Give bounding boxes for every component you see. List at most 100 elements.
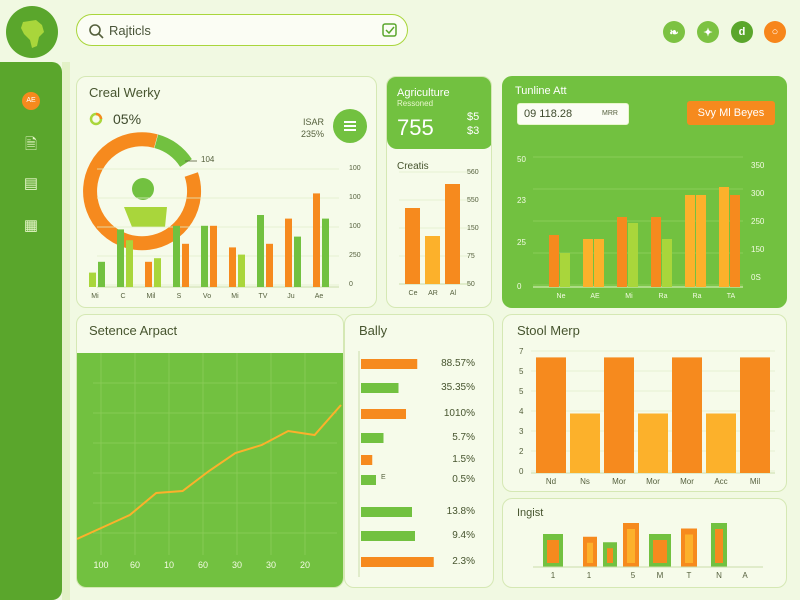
bar-ra (685, 195, 695, 287)
card-tunline: Tunline Att 09 118.28 MRR Svy Ml Beyes 5… (502, 76, 787, 308)
voice-search-icon[interactable] (77, 15, 409, 47)
small-label: E (381, 474, 386, 481)
x-tick: 60 (129, 560, 141, 570)
y-tick: 0S (751, 273, 761, 282)
x-tick: Mi (231, 293, 239, 300)
ring-icon[interactable]: ○ (764, 21, 786, 43)
x-tick: Mor (612, 477, 626, 486)
twitter-icon[interactable]: ✦ (697, 21, 719, 43)
x-tick: Acc (714, 477, 728, 486)
bar-fill (627, 529, 635, 563)
y-tick: 150 (467, 225, 479, 232)
bar-ra (662, 239, 672, 287)
search-bar[interactable]: Rajticls (76, 14, 408, 46)
x-tick: 60 (197, 560, 209, 570)
bar-ae (313, 193, 320, 287)
bar-value: 13.8% (446, 506, 475, 517)
grid-icon[interactable]: ▦ (18, 216, 44, 238)
x-tick: 10 (163, 560, 175, 570)
bar-value: 5.7% (452, 432, 475, 443)
y-tick: 7 (519, 347, 524, 356)
y-tick: 4 (519, 407, 524, 416)
y-tick: 0 (349, 281, 353, 288)
bar-mor (672, 357, 702, 473)
document-icon[interactable]: 🗎 (18, 134, 44, 156)
bar-mil (154, 258, 161, 287)
bar-ne (560, 253, 570, 287)
hbar (361, 383, 399, 393)
x-tick: 30 (265, 560, 277, 570)
bar-tv (266, 243, 273, 287)
x-tick: TV (258, 293, 268, 300)
x-tick: 20 (299, 560, 311, 570)
x-tick: 1 (586, 571, 592, 580)
bar-mi (617, 217, 627, 287)
x-tick: 5 (630, 571, 636, 580)
y-tick: 2 (519, 447, 524, 456)
bar-fill (653, 540, 667, 563)
bar-value: 88.57% (441, 358, 475, 369)
bar-value: 9.4% (452, 530, 475, 541)
bar-mi (628, 223, 638, 287)
card-ingist: Ingist 115MTNA (502, 498, 787, 588)
bar-ra (696, 195, 706, 287)
hbar (361, 557, 434, 567)
x-tick: Mor (646, 477, 660, 486)
app-logo[interactable] (6, 6, 58, 58)
bar-value: 0.5% (452, 474, 475, 485)
bar-mil (740, 357, 770, 473)
y-tick: 50 (467, 281, 475, 288)
bar-ae (594, 239, 604, 287)
x-tick: AR (428, 290, 438, 297)
y-tick: 150 (751, 245, 765, 254)
bar-fill (685, 534, 693, 563)
d-icon[interactable]: d (731, 21, 753, 43)
leaf-icon[interactable]: ❧ (663, 21, 685, 43)
africa-map-icon (21, 20, 44, 48)
x-tick: Ra (692, 293, 702, 300)
x-tick: 1 (550, 571, 556, 580)
card-stool-merp: Stool Merp 7554320 Nd Ns Mor Mor Mor Acc Mil (502, 314, 787, 492)
bar-mor (604, 357, 634, 473)
card-agriculture: Agriculture Ressoned 755 $5 $3 Creatis 5… (386, 76, 492, 308)
y-tick: 23 (517, 196, 526, 205)
y-tick: 350 (751, 161, 765, 170)
hbar (361, 455, 373, 465)
wallet-icon[interactable]: ▤ (18, 174, 44, 196)
x-tick: Mi (625, 293, 633, 300)
bar-vo (210, 225, 217, 287)
x-tick: Mil (749, 477, 761, 486)
y-tick: 50 (517, 155, 526, 164)
bar-value: 35.35% (441, 382, 475, 393)
bar-ju (285, 218, 292, 287)
bar-mi (229, 247, 236, 287)
sidebar-badge[interactable]: AE (22, 92, 40, 110)
bar-ce (405, 208, 420, 284)
bar-mi (238, 254, 245, 287)
y-tick: 0 (519, 467, 524, 476)
x-tick: 30 (231, 560, 243, 570)
bar-value: 1010% (443, 408, 475, 419)
card-bally: Bally 88.57% 35.35% 1010% 5.7% 1.5% 0.5% 13.8%… (344, 314, 494, 588)
card-setence-arpact: Setence Arpact 100 60 10 60 30 30 20 (76, 314, 344, 588)
bar-ar (425, 236, 440, 284)
bar-value: 2.3% (452, 556, 475, 567)
x-tick: Ra (658, 293, 668, 300)
y-tick: 100 (349, 165, 361, 172)
x-tick: S (176, 293, 182, 300)
x-tick: Ce (408, 290, 418, 297)
x-tick: Nd (545, 477, 557, 486)
y-tick: 100 (349, 223, 361, 230)
bar-ta (730, 195, 740, 287)
bar-fill (547, 540, 559, 563)
bar-acc (706, 413, 736, 473)
hbar (361, 475, 376, 485)
bar-s (173, 225, 180, 287)
hbar (361, 409, 406, 419)
x-tick: Ju (287, 293, 295, 300)
series-line (77, 404, 342, 540)
y-tick: 5 (519, 367, 524, 376)
bar-vo (201, 225, 208, 287)
bar-nd (536, 357, 566, 473)
hbar (361, 531, 415, 541)
